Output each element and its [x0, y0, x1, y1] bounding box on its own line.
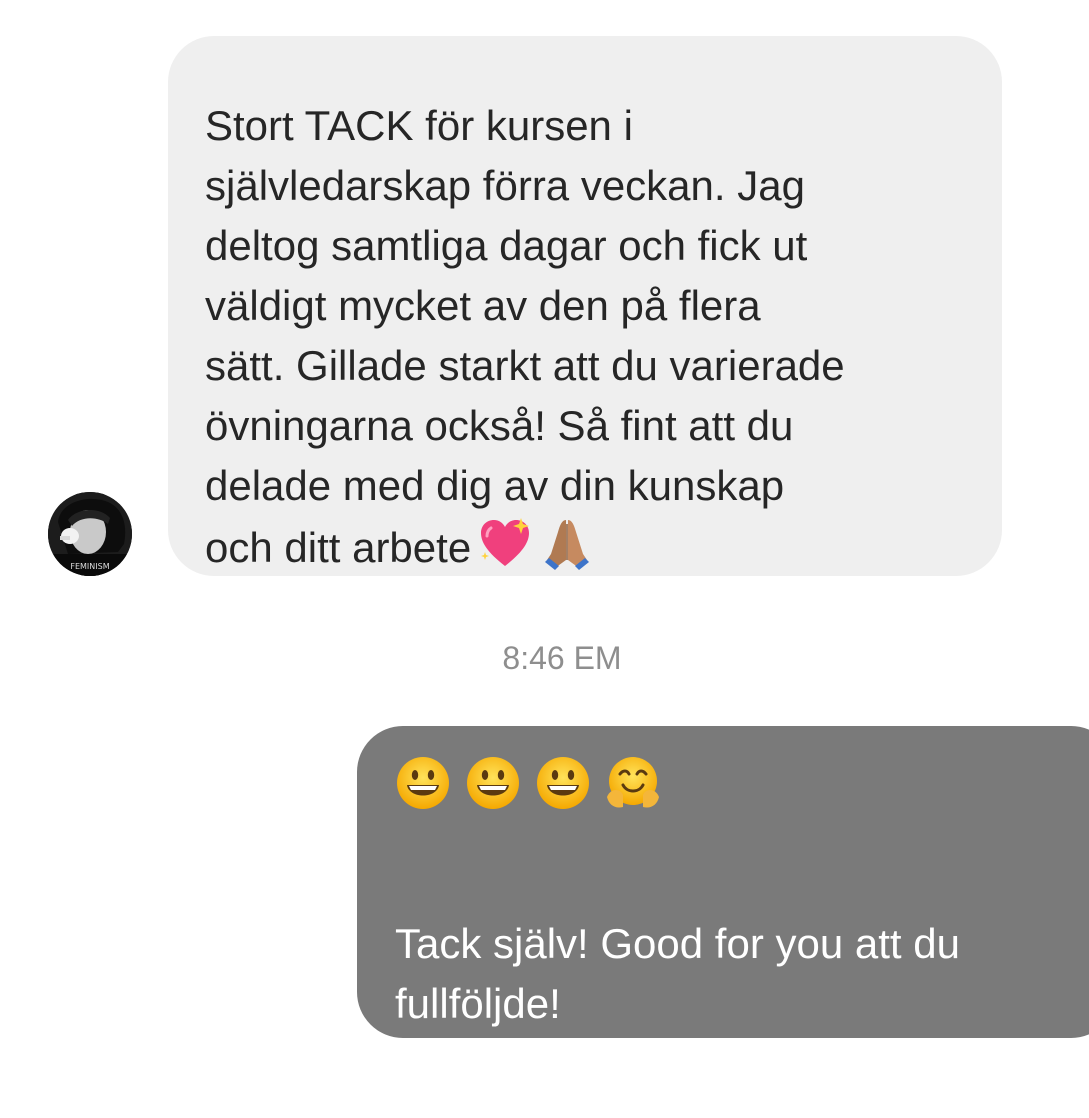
incoming-message-text: Stort TACK för kursen i självledarskap f… [205, 96, 966, 578]
grinning-face-icon [535, 755, 591, 811]
message-line: delade med dig av din kunskap [205, 462, 785, 509]
message-line: väldigt mycket av den på flera [205, 282, 761, 329]
outgoing-message-text: Tack själv! Good for you att du fullfölj… [395, 914, 1087, 1034]
message-line: fullföljde! [395, 980, 561, 1027]
outgoing-message-bubble[interactable]: Tack själv! Good for you att du fullfölj… [357, 726, 1089, 1038]
message-line: sätt. Gillade starkt att du varierade [205, 342, 845, 389]
message-line: självledarskap förra veckan. Jag [205, 162, 805, 209]
avatar[interactable]: FEMINISM [48, 492, 132, 576]
folded-hands-icon [539, 516, 595, 572]
sparkling-heart-icon [477, 516, 533, 572]
incoming-message-bubble[interactable]: Stort TACK för kursen i självledarskap f… [168, 36, 1002, 576]
avatar-shirt-text: FEMINISM [70, 562, 109, 571]
message-line: och ditt arbete [205, 524, 472, 571]
message-timestamp: 8:46 EM [502, 640, 622, 676]
message-line: deltog samtliga dagar och fick ut [205, 222, 808, 269]
emoji-row [395, 748, 1087, 818]
message-line: Tack själv! Good for you att du [395, 920, 960, 967]
message-line: övningarna också! Så fint att du [205, 402, 794, 449]
grinning-face-icon [395, 755, 451, 811]
grinning-face-icon [465, 755, 521, 811]
message-line: Stort TACK för kursen i [205, 102, 633, 149]
hugging-face-icon [605, 755, 661, 811]
